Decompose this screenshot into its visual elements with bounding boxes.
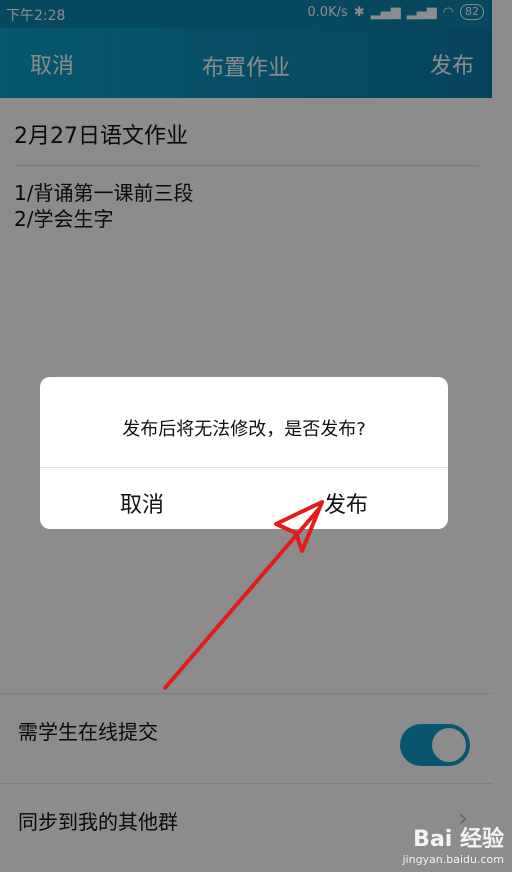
watermark-logo: Bai 经验 — [413, 827, 504, 852]
annotation-arrow-icon — [163, 500, 324, 690]
watermark: Bai 经验 jingyan.baidu.com — [402, 821, 504, 866]
watermark-url: jingyan.baidu.com — [402, 853, 504, 866]
